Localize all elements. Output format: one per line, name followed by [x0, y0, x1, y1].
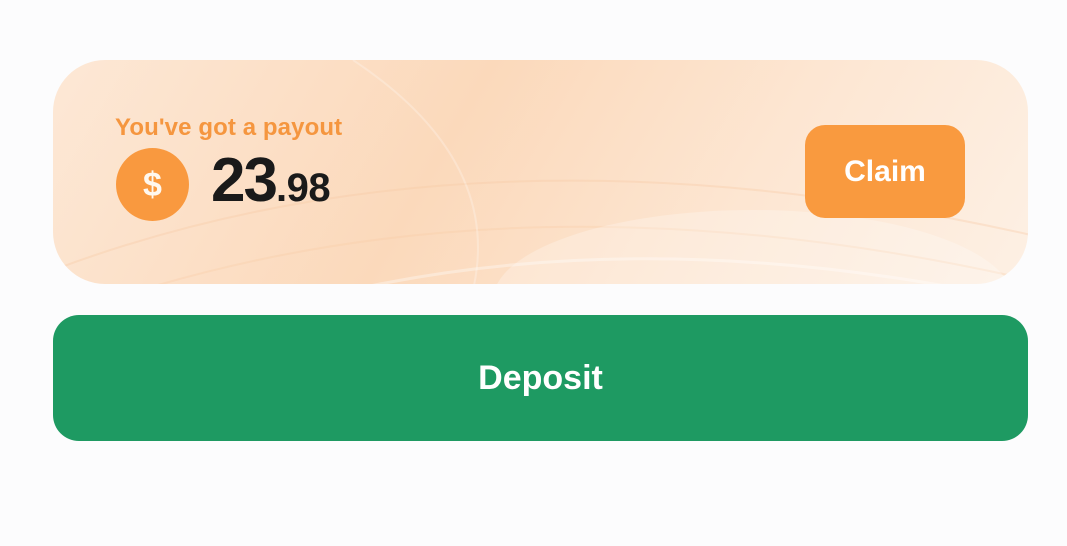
payout-card: You've got a payout $ 23 .98 Claim [53, 60, 1028, 284]
payout-amount: 23 .98 [211, 146, 331, 215]
currency-symbol: $ [143, 165, 162, 204]
payout-amount-decimal: .98 [275, 166, 331, 210]
payout-label: You've got a payout [115, 114, 343, 141]
claim-button[interactable]: Claim [805, 125, 965, 218]
deposit-button[interactable]: Deposit [53, 315, 1028, 441]
dollar-coin-icon: $ [116, 148, 189, 221]
payout-amount-integer: 23 [211, 146, 278, 215]
